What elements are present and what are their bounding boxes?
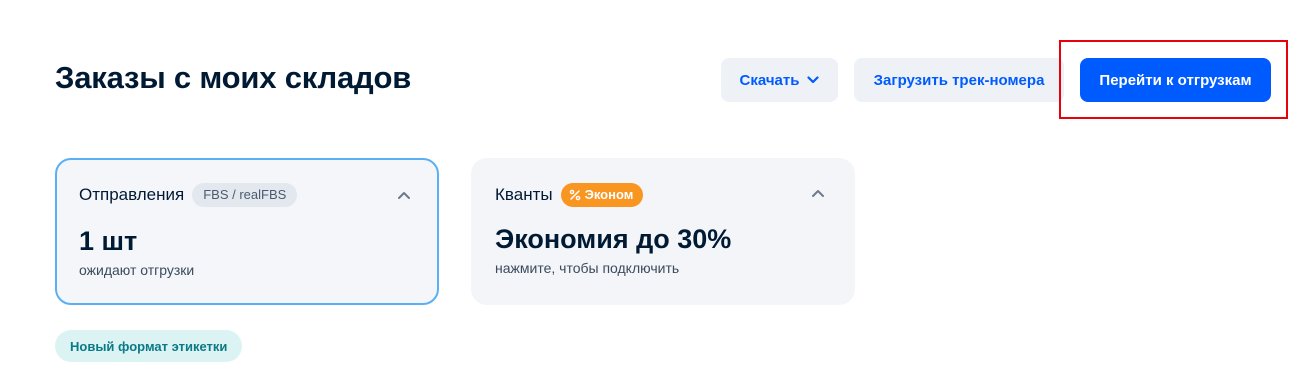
shipments-subtitle: ожидают отгрузки <box>79 262 195 278</box>
fbs-tag: FBS / realFBS <box>192 183 298 207</box>
kvanty-card-title: Кванты <box>495 185 553 204</box>
shipments-card[interactable]: Отправления FBS / realFBS 1 шт ожидают о… <box>55 158 439 305</box>
shipments-card-title: Отправления <box>79 185 185 204</box>
go-to-shipments-button[interactable]: Перейти к отгрузкам <box>1080 58 1271 102</box>
chevron-up-icon[interactable] <box>809 184 827 202</box>
upload-tracking-numbers-button[interactable]: Загрузить трек-номера <box>854 58 1064 102</box>
econom-tag: Эконом <box>560 183 644 207</box>
percent-icon <box>569 189 581 201</box>
kvanty-card[interactable]: Кванты Эконом Экономия до 30% нажмите, ч… <box>471 158 855 305</box>
kvanty-savings: Экономия до 30% <box>495 224 732 254</box>
kvanty-card-header: Кванты Эконом <box>495 182 644 208</box>
chevron-down-icon <box>807 76 820 84</box>
upload-tracking-numbers-label: Загрузить трек-номера <box>873 71 1045 89</box>
shipments-count: 1 шт <box>79 226 138 256</box>
econom-tag-label: Эконом <box>584 187 634 202</box>
chevron-up-icon[interactable] <box>395 186 413 204</box>
shipments-card-header: Отправления FBS / realFBS <box>79 182 298 208</box>
go-to-shipments-label: Перейти к отгрузкам <box>1099 71 1252 89</box>
page-title: Заказы с моих складов <box>55 60 412 95</box>
download-button-label: Скачать <box>739 71 800 89</box>
page: Заказы с моих складов Скачать Загрузить … <box>0 0 1316 389</box>
new-label-format-badge[interactable]: Новый формат этикетки <box>55 330 243 362</box>
download-button[interactable]: Скачать <box>721 58 838 102</box>
kvanty-subtitle: нажмите, чтобы подключить <box>495 260 680 276</box>
